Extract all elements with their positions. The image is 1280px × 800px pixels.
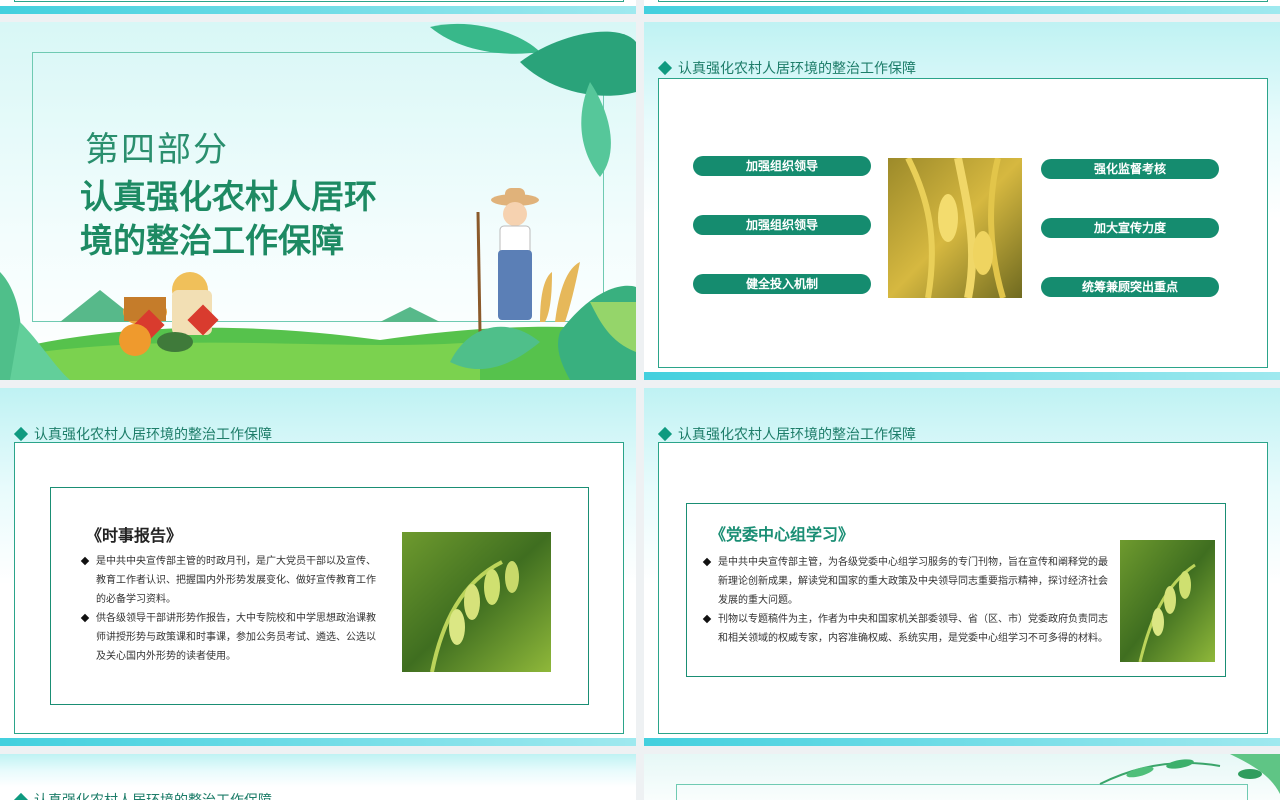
bullet-item: 刊物以专题稿件为主，作者为中央和国家机关部委领导、省（区、市）党委政府负责同志和… [702,610,1116,648]
diamond-bullet-icon [80,613,90,623]
pill-right-1: 强化监督考核 [1041,159,1219,179]
diamond-icon [13,792,29,800]
pill-right-2: 加大宣传力度 [1041,218,1219,238]
section-title: 认真强化农村人居环境的整治工作保障 [13,424,272,444]
section-title: 认真强化农村人居环境的整治工作保障 [657,424,916,444]
pill-left-3: 健全投入机制 [693,274,871,294]
bullet-list: 是中共中央宣传部主管，为各级党委中心组学习服务的专门刊物，旨在宣传和阐释党的最新… [702,553,1116,648]
section-title-text: 认真强化农村人居环境的整治工作保障 [34,790,272,800]
section-title-text: 认真强化农村人居环境的整治工作保障 [678,427,916,443]
slide-thumbnail-top-right[interactable] [644,0,1280,14]
bullet-item: 是中共中央宣传部主管，为各级党委中心组学习服务的专门刊物，旨在宣传和阐释党的最新… [702,553,1116,610]
card-title: 《党委中心组学习》 [710,525,855,544]
section-title-text: 认真强化农村人居环境的整治工作保障 [678,61,916,77]
rice-photo [1120,540,1215,662]
pill-left-1: 加强组织领导 [693,156,871,176]
diamond-bullet-icon [702,557,712,567]
pill-right-3: 统筹兼顾突出重点 [1041,277,1219,297]
leaf-decoration [1099,754,1280,794]
section-title: 认真强化农村人居环境的整治工作保障 [657,58,916,78]
slide-thumbnail-section-title[interactable]: 第四部分 认真强化农村人居环 境的整治工作保障 [0,22,636,380]
rice-photo [888,158,1022,298]
farm-illustration [0,23,636,380]
diamond-icon [657,60,673,76]
diamond-icon [657,426,673,442]
slide-thumbnail-bottom-right[interactable] [644,754,1280,800]
slide-thumbnail-dangwei-xuexi[interactable]: 认真强化农村人居环境的整治工作保障 《党委中心组学习》 是中共中央宣传部主管，为… [644,388,1280,746]
card-title: 《时事报告》 [86,526,183,545]
slide-thumbnail-pills[interactable]: 认真强化农村人居环境的整治工作保障 加强组织领导 加强组织领导 健全投入机制 强… [644,22,1280,380]
pill-left-2: 加强组织领导 [693,215,871,235]
bullet-item: 供各级领导干部讲形势作报告，大中专院校和中学思想政治课教师讲授形势与政策课和时事… [80,609,382,666]
slide-grid: 第四部分 认真强化农村人居环 境的整治工作保障 认真强化农村人居环境的整治工作保… [0,0,1280,800]
slide-thumbnail-shishi-baogao[interactable]: 认真强化农村人居环境的整治工作保障 《时事报告》 是中共中央宣传部主管的时政月刊… [0,388,636,746]
rice-photo [402,532,551,672]
section-title: 认真强化农村人居环境的整治工作保障 [13,790,272,800]
section-title-text: 认真强化农村人居环境的整治工作保障 [34,427,272,443]
diamond-bullet-icon [702,614,712,624]
diamond-icon [13,426,29,442]
bullet-item: 是中共中央宣传部主管的时政月刊，是广大党员干部以及宣传、教育工作者认识、把握国内… [80,552,382,609]
slide-thumbnail-bottom-left[interactable]: 认真强化农村人居环境的整治工作保障 [0,754,636,800]
diamond-bullet-icon [80,556,90,566]
bullet-list: 是中共中央宣传部主管的时政月刊，是广大党员干部以及宣传、教育工作者认识、把握国内… [80,552,382,666]
slide-thumbnail-top-left[interactable] [0,0,636,14]
